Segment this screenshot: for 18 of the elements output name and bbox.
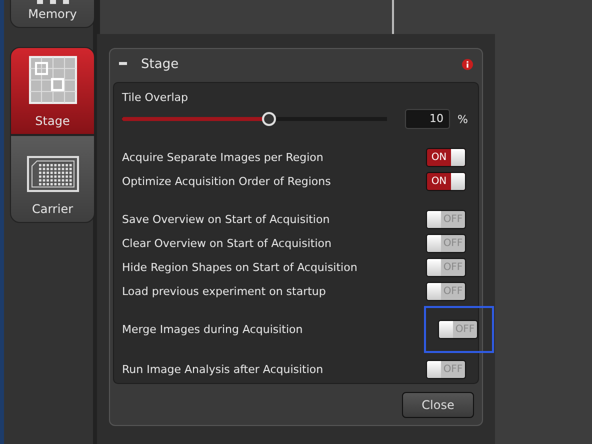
option-label: Optimize Acquisition Order of Regions [122,174,331,188]
option-label: Hide Region Shapes on Start of Acquisition [122,260,358,274]
option-label: Acquire Separate Images per Region [122,150,324,164]
close-button[interactable]: Close [402,392,474,418]
value-field[interactable]: 10 [404,109,450,129]
sidebar-tab[interactable]: Carrier [10,135,95,223]
option-label: Load previous experiment on startup [122,284,326,298]
toggle-switch[interactable]: ON [426,148,466,166]
sidebar-tab[interactable]: Stage [10,47,95,135]
option-label: Save Overview on Start of Acquisition [122,212,330,226]
toggle-switch[interactable]: ON [426,172,466,190]
option-label: Clear Overview on Start of Acquisition [122,236,332,250]
slider-label: Tile Overlap [122,91,189,104]
dialog-title: Stage [141,56,180,72]
option-label: Run Image Analysis after Acquisition [122,362,324,376]
option-label: Merge Images during Acquisition [122,322,303,336]
unit-label: % [458,112,468,126]
sidebar-tab[interactable]: Memory [10,0,95,28]
